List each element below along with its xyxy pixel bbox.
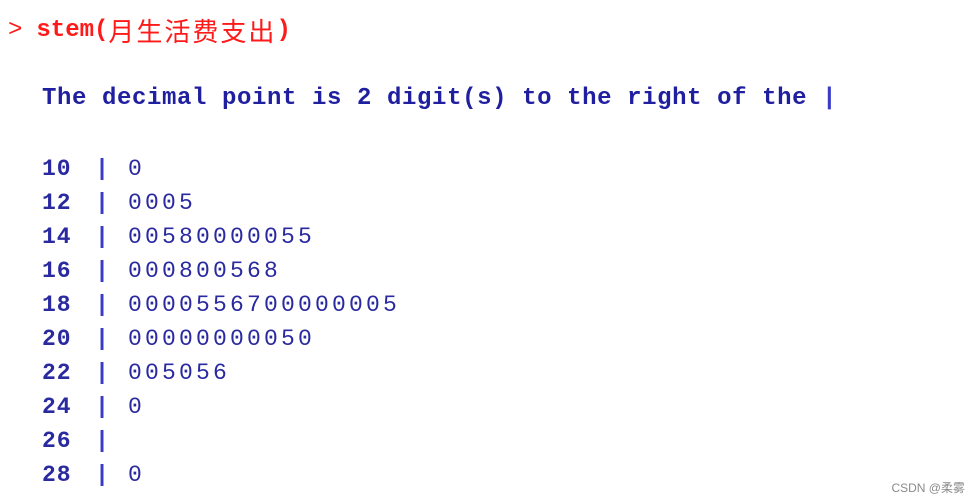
stem-row: 18 | 0000556700000005 <box>42 288 400 322</box>
decimal-note-bar: | <box>822 85 838 112</box>
leaf-values: 005056 <box>128 360 231 386</box>
stem-value: 24 <box>42 394 72 420</box>
leaf-values: 00580000055 <box>128 224 316 250</box>
stem-separator: | <box>95 190 109 216</box>
console-prompt: > <box>8 16 23 44</box>
leaf-values: 0005 <box>128 190 197 216</box>
stem-row: 14 | 00580000055 <box>42 220 400 254</box>
stem-separator: | <box>95 360 109 386</box>
stem-row: 24 | 0 <box>42 390 400 424</box>
command-function: stem <box>36 16 95 44</box>
stem-value: 12 <box>42 190 72 216</box>
command-argument: 月生活费支出 <box>108 17 277 48</box>
stem-leaf-plot: 10 | 0 12 | 0005 14 | 00580000055 16 | 000800568 18 |… <box>42 152 400 492</box>
stem-separator: | <box>95 292 109 318</box>
stem-row: 12 | 0005 <box>42 186 400 220</box>
leaf-values: 0 <box>128 156 146 182</box>
leaf-values: 00000000050 <box>128 326 316 352</box>
stem-value: 20 <box>42 326 72 352</box>
stem-row: 10 | 0 <box>42 152 400 186</box>
leaf-values: 000800568 <box>128 258 282 284</box>
stem-separator: | <box>95 394 109 420</box>
stem-row: 28 | 0 <box>42 458 400 492</box>
stem-value: 14 <box>42 224 72 250</box>
stem-separator: | <box>95 224 109 250</box>
command-line: > stem ( 月生活费支出 ) <box>8 12 291 48</box>
leaf-values: 0 <box>128 462 146 488</box>
command-close-paren: ) <box>276 16 291 44</box>
watermark: CSDN @柔雾 <box>891 481 965 495</box>
stem-value: 10 <box>42 156 72 182</box>
stem-separator: | <box>95 462 109 488</box>
command-open-paren: ( <box>94 16 109 44</box>
stem-separator: | <box>95 156 109 182</box>
stem-separator: | <box>95 258 109 284</box>
stem-row: 22 | 005056 <box>42 356 400 390</box>
stem-row: 26 | <box>42 424 400 458</box>
stem-separator: | <box>95 326 109 352</box>
r-console: > stem ( 月生活费支出 ) The decimal point is 2… <box>0 0 975 504</box>
decimal-point-note: The decimal point is 2 digit(s) to the r… <box>42 84 837 114</box>
stem-row: 20 | 00000000050 <box>42 322 400 356</box>
leaf-values: 0000556700000005 <box>128 292 401 318</box>
stem-value: 26 <box>42 428 72 454</box>
decimal-note-text: The decimal point is 2 digit(s) to the r… <box>42 85 823 112</box>
stem-separator: | <box>95 428 109 454</box>
stem-value: 28 <box>42 462 72 488</box>
stem-row: 16 | 000800568 <box>42 254 400 288</box>
stem-value: 16 <box>42 258 72 284</box>
stem-value: 18 <box>42 292 72 318</box>
stem-value: 22 <box>42 360 72 386</box>
leaf-values: 0 <box>128 394 146 420</box>
